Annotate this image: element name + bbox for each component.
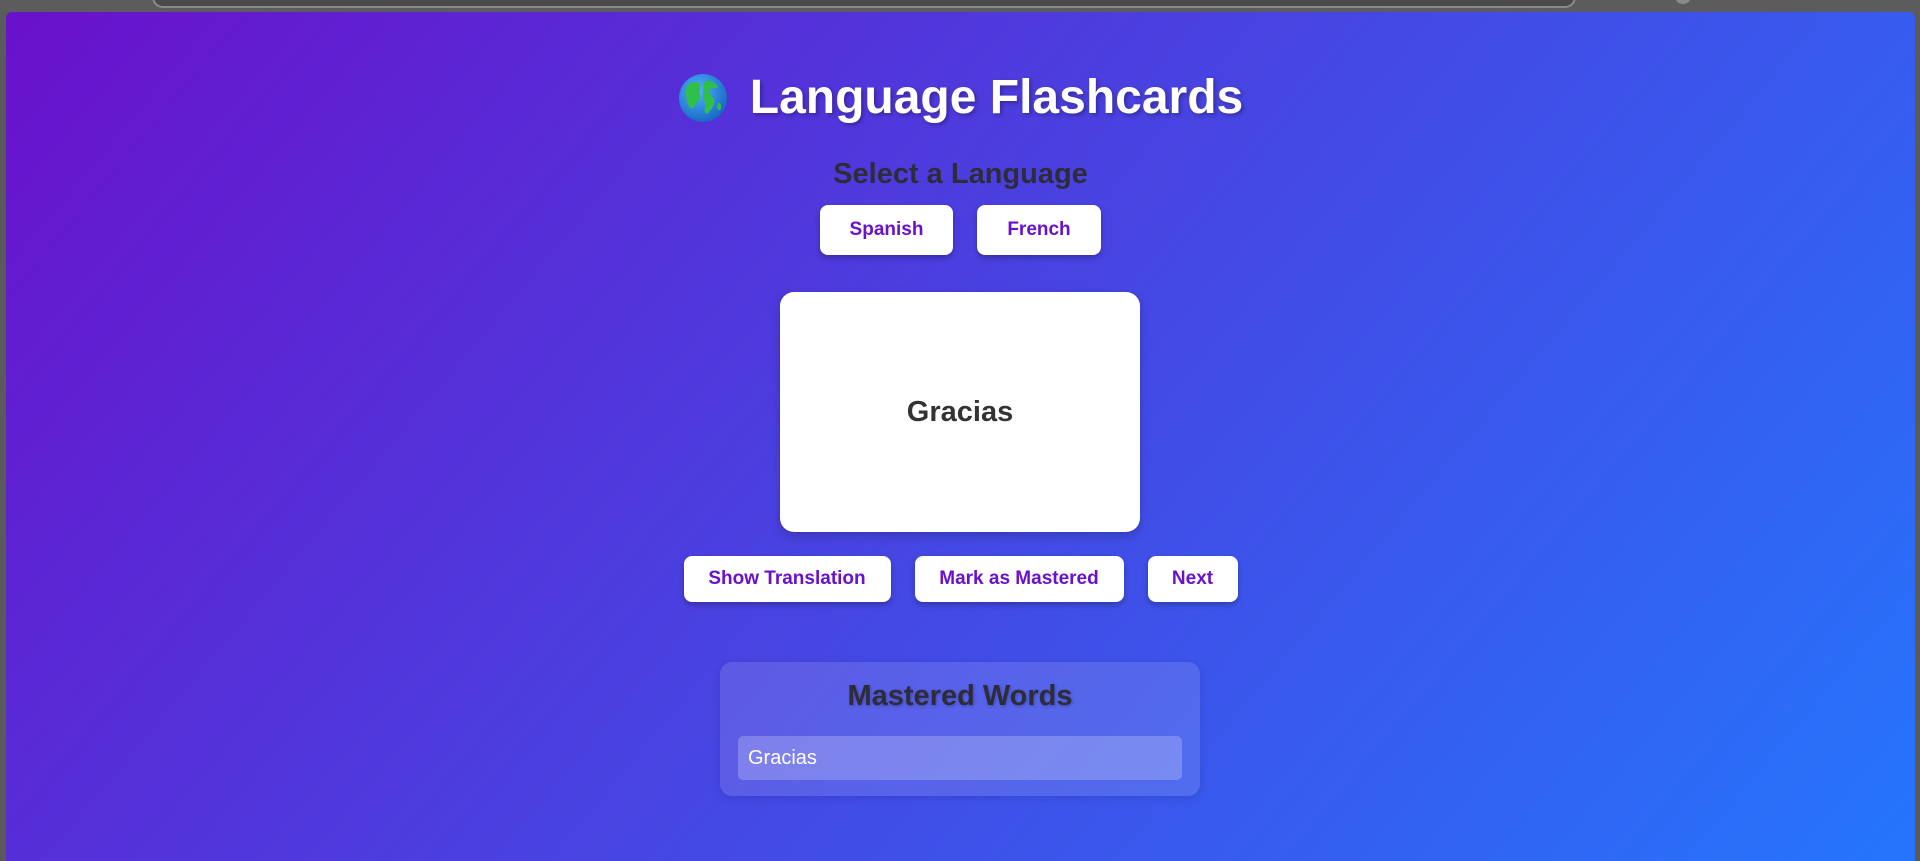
- app-title-text: Language Flashcards: [749, 71, 1244, 124]
- show-translation-button[interactable]: Show Translation: [683, 556, 891, 602]
- extension-icon[interactable]: [1676, 0, 1690, 4]
- language-select-heading: Select a Language: [833, 158, 1088, 190]
- flashcard-word: Gracias: [906, 395, 1014, 428]
- browser-toolbar: [0, 0, 1920, 12]
- spanish-button[interactable]: Spanish: [820, 205, 953, 255]
- card-actions: Show Translation Mark as Mastered Next: [6, 556, 1915, 602]
- mastered-words-list: Gracias: [738, 736, 1182, 780]
- mastered-words-panel: Mastered Words Gracias: [720, 662, 1200, 796]
- page-title: Language Flashcards: [6, 68, 1915, 128]
- next-button[interactable]: Next: [1147, 556, 1238, 602]
- address-bar[interactable]: [152, 0, 1576, 8]
- mastered-words-heading: Mastered Words: [847, 680, 1073, 712]
- mark-mastered-button[interactable]: Mark as Mastered: [914, 556, 1124, 602]
- list-item: Gracias: [738, 736, 1182, 780]
- app-viewport: Language Flashcards Select a Language Sp…: [6, 12, 1915, 861]
- french-button[interactable]: French: [977, 205, 1101, 255]
- language-buttons: Spanish French: [6, 205, 1915, 255]
- flashcard[interactable]: Gracias: [780, 292, 1140, 532]
- globe-icon: [678, 73, 728, 123]
